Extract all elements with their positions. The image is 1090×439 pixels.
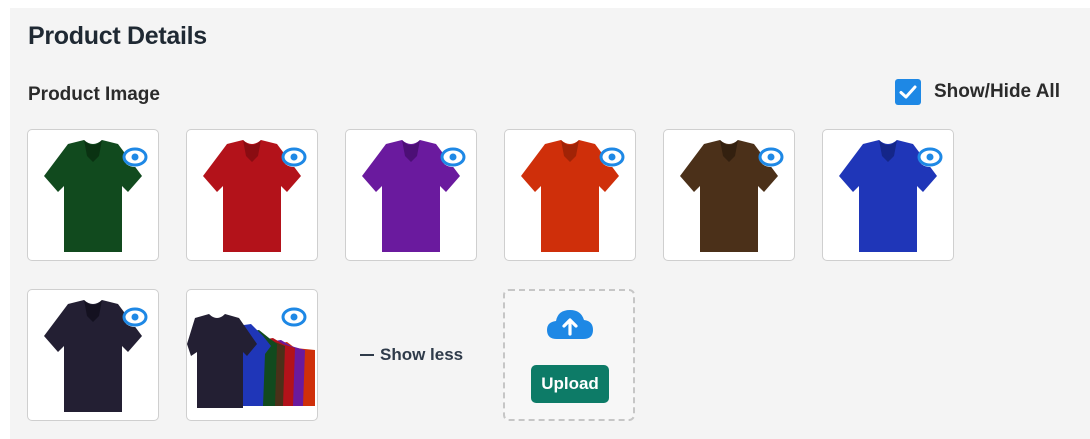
eye-icon[interactable] — [917, 144, 943, 170]
show-hide-all-checkbox[interactable] — [895, 79, 921, 105]
product-image-tile-orange[interactable] — [504, 129, 636, 261]
product-image-tile-multicolor[interactable] — [186, 289, 318, 421]
product-image-tile-red[interactable] — [186, 129, 318, 261]
cloud-upload-icon[interactable] — [545, 305, 595, 343]
show-less-label: Show less — [380, 345, 464, 364]
product-image-title: Product Image — [28, 84, 160, 105]
product-image-tile-green[interactable] — [27, 129, 159, 261]
section-title: Product Details — [28, 22, 207, 50]
show-hide-all-label: Show/Hide All — [934, 81, 1060, 102]
product-image-tile-blue[interactable] — [822, 129, 954, 261]
eye-icon[interactable] — [281, 144, 307, 170]
product-details-panel: Product Details Product Image Show/Hide … — [10, 8, 1090, 439]
eye-icon[interactable] — [758, 144, 784, 170]
eye-icon[interactable] — [281, 304, 307, 330]
eye-icon[interactable] — [440, 144, 466, 170]
show-less-link[interactable]: Show less — [360, 345, 463, 365]
product-image-tile-navy[interactable] — [27, 289, 159, 421]
product-image-tile-brown[interactable] — [663, 129, 795, 261]
product-image-tile-purple[interactable] — [345, 129, 477, 261]
checkmark-icon — [899, 85, 917, 99]
eye-icon[interactable] — [122, 144, 148, 170]
eye-icon[interactable] — [122, 304, 148, 330]
upload-button[interactable]: Upload — [531, 365, 609, 403]
product-image-grid: Show less Upload — [27, 129, 1027, 429]
minus-icon — [360, 354, 374, 356]
show-hide-all-toggle[interactable]: Show/Hide All — [895, 79, 1060, 105]
upload-dropzone[interactable]: Upload — [503, 289, 635, 421]
eye-icon[interactable] — [599, 144, 625, 170]
